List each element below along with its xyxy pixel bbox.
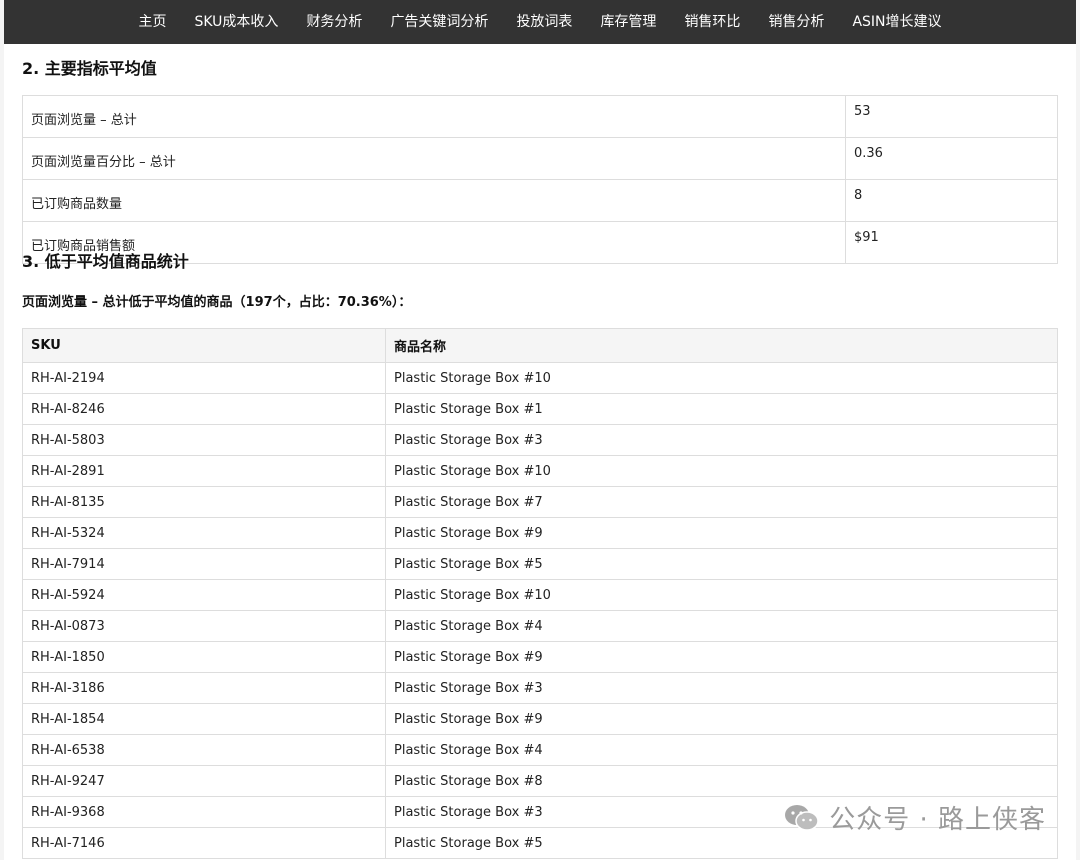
product-name-cell: Plastic Storage Box #7 <box>385 486 1058 518</box>
product-name-cell: Plastic Storage Box #5 <box>385 548 1058 580</box>
sku-cell: RH-AI-1850 <box>22 641 386 673</box>
table-row: RH-AI-1850 Plastic Storage Box #9 <box>22 641 1058 673</box>
sku-cell: RH-AI-9247 <box>22 765 386 797</box>
column-header-sku: SKU <box>22 328 386 363</box>
nav-item-sales-analysis[interactable]: 销售分析 <box>754 0 838 44</box>
product-name-cell: Plastic Storage Box #10 <box>385 362 1058 394</box>
nav-item-home[interactable]: 主页 <box>124 0 180 44</box>
sku-cell: RH-AI-1854 <box>22 703 386 735</box>
product-name-cell: Plastic Storage Box #9 <box>385 703 1058 735</box>
table-row: RH-AI-6538 Plastic Storage Box #4 <box>22 734 1058 766</box>
nav-item-inventory[interactable]: 库存管理 <box>586 0 670 44</box>
top-navbar: 主页 SKU成本收入 财务分析 广告关键词分析 投放词表 库存管理 销售环比 销… <box>4 0 1076 44</box>
sku-cell: RH-AI-2194 <box>22 362 386 394</box>
metrics-table: 页面浏览量 – 总计 53 页面浏览量百分比 – 总计 0.36 已订购商品数量… <box>22 95 1058 264</box>
table-row: RH-AI-2194 Plastic Storage Box #10 <box>22 362 1058 394</box>
metric-value: $91 <box>845 221 1058 264</box>
sku-cell: RH-AI-2891 <box>22 455 386 487</box>
table-row: RH-AI-5924 Plastic Storage Box #10 <box>22 579 1058 611</box>
metric-row: 已订购商品数量 8 <box>22 179 1058 222</box>
metric-row: 页面浏览量 – 总计 53 <box>22 95 1058 138</box>
table-row: RH-AI-3186 Plastic Storage Box #3 <box>22 672 1058 704</box>
sku-cell: RH-AI-7914 <box>22 548 386 580</box>
report-page: 主页 SKU成本收入 财务分析 广告关键词分析 投放词表 库存管理 销售环比 销… <box>4 0 1076 860</box>
product-name-cell: Plastic Storage Box #1 <box>385 393 1058 425</box>
nav-item-sku-cost-revenue[interactable]: SKU成本收入 <box>180 0 292 44</box>
sku-cell: RH-AI-5924 <box>22 579 386 611</box>
sku-cell: RH-AI-9368 <box>22 796 386 828</box>
product-name-cell: Plastic Storage Box #4 <box>385 734 1058 766</box>
product-name-cell: Plastic Storage Box #4 <box>385 610 1058 642</box>
sku-cell: RH-AI-5803 <box>22 424 386 456</box>
section-title-averages: 2. 主要指标平均值 <box>22 59 157 78</box>
column-header-product-name: 商品名称 <box>385 328 1058 363</box>
sku-cell: RH-AI-7146 <box>22 827 386 859</box>
product-name-cell: Plastic Storage Box #3 <box>385 672 1058 704</box>
product-name-cell: Plastic Storage Box #8 <box>385 765 1058 797</box>
watermark-text: 公众号 · 路上侠客 <box>829 805 1046 835</box>
metric-value: 0.36 <box>845 137 1058 180</box>
product-name-cell: Plastic Storage Box #10 <box>385 579 1058 611</box>
product-name-cell: Plastic Storage Box #10 <box>385 455 1058 487</box>
metric-label: 页面浏览量百分比 – 总计 <box>22 137 846 180</box>
sku-cell: RH-AI-0873 <box>22 610 386 642</box>
nav-item-targeting-terms[interactable]: 投放词表 <box>502 0 586 44</box>
table-row: RH-AI-8135 Plastic Storage Box #7 <box>22 486 1058 518</box>
table-row: RH-AI-5803 Plastic Storage Box #3 <box>22 424 1058 456</box>
nav-item-asin-growth[interactable]: ASIN增长建议 <box>838 0 955 44</box>
nav-item-sales-mom[interactable]: 销售环比 <box>670 0 754 44</box>
metric-value: 8 <box>845 179 1058 222</box>
metric-row: 页面浏览量百分比 – 总计 0.36 <box>22 137 1058 180</box>
below-average-products-table: SKU 商品名称 RH-AI-2194 Plastic Storage Box #… <box>22 328 1058 859</box>
nav-item-ad-keyword-analysis[interactable]: 广告关键词分析 <box>376 0 502 44</box>
table-header-row: SKU 商品名称 <box>22 328 1058 363</box>
metric-label: 页面浏览量 – 总计 <box>22 95 846 138</box>
table-row: RH-AI-8246 Plastic Storage Box #1 <box>22 393 1058 425</box>
sku-cell: RH-AI-5324 <box>22 517 386 549</box>
table-row: RH-AI-2891 Plastic Storage Box #10 <box>22 455 1058 487</box>
sku-cell: RH-AI-3186 <box>22 672 386 704</box>
watermark: 公众号 · 路上侠客 <box>783 799 1046 836</box>
sku-cell: RH-AI-8246 <box>22 393 386 425</box>
product-name-cell: Plastic Storage Box #9 <box>385 517 1058 549</box>
metric-value: 53 <box>845 95 1058 138</box>
table-row: RH-AI-7914 Plastic Storage Box #5 <box>22 548 1058 580</box>
sku-cell: RH-AI-6538 <box>22 734 386 766</box>
metric-label: 已订购商品数量 <box>22 179 846 222</box>
section-title-below-average: 3. 低于平均值商品统计 <box>22 252 189 271</box>
sku-cell: RH-AI-8135 <box>22 486 386 518</box>
table-row: RH-AI-1854 Plastic Storage Box #9 <box>22 703 1058 735</box>
wechat-icon <box>785 804 819 831</box>
table-row: RH-AI-9247 Plastic Storage Box #8 <box>22 765 1058 797</box>
product-name-cell: Plastic Storage Box #9 <box>385 641 1058 673</box>
table-row: RH-AI-5324 Plastic Storage Box #9 <box>22 517 1058 549</box>
product-name-cell: Plastic Storage Box #3 <box>385 424 1058 456</box>
table-row: RH-AI-0873 Plastic Storage Box #4 <box>22 610 1058 642</box>
below-average-summary: 页面浏览量 – 总计低于平均值的商品（197个，占比：70.36%）： <box>22 295 412 310</box>
nav-item-financial-analysis[interactable]: 财务分析 <box>292 0 376 44</box>
